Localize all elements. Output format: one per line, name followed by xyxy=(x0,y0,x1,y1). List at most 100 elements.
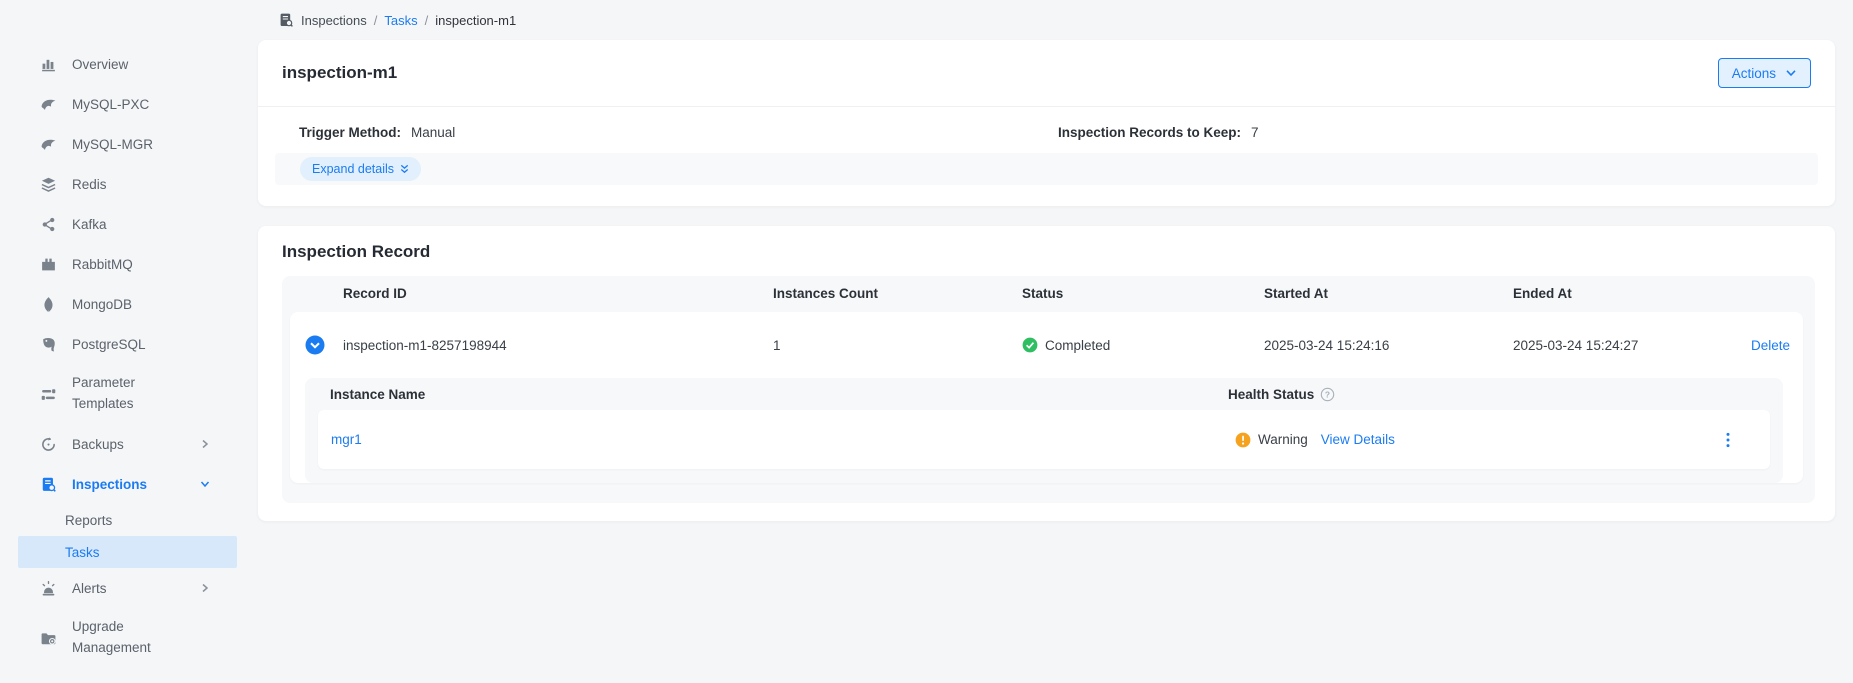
sidebar-item-label: Kafka xyxy=(72,217,107,232)
sidebar-item-overview[interactable]: Overview xyxy=(0,44,237,84)
sidebar-item-kafka[interactable]: Kafka xyxy=(0,204,237,244)
instance-table: Instance Name Health Status ? mgr1 xyxy=(305,378,1783,483)
chevron-down-icon xyxy=(199,478,211,490)
ended-at-cell: 2025-03-24 15:24:27 xyxy=(1513,338,1751,353)
column-instance-name: Instance Name xyxy=(330,387,1228,402)
trigger-method-value: Manual xyxy=(411,125,455,140)
sidebar-item-upgrade-management[interactable]: Upgrade Management xyxy=(0,608,237,668)
sidebar-item-label: Reports xyxy=(65,513,112,528)
success-check-icon xyxy=(1022,337,1038,353)
status-text: Completed xyxy=(1045,338,1110,353)
sidebar-item-mysql-pxc[interactable]: MySQL-PXC xyxy=(0,84,237,124)
sidebar-item-label: PostgreSQL xyxy=(72,337,146,352)
network-nodes-icon xyxy=(40,216,57,233)
sidebar-item-backups[interactable]: Backups xyxy=(0,424,237,464)
sliders-icon xyxy=(40,386,57,403)
column-status: Status xyxy=(1022,286,1264,301)
health-status-cell: Warning View Details xyxy=(1235,432,1395,448)
main-content: Inspections / Tasks / inspection-m1 insp… xyxy=(237,0,1853,683)
record-table: Record ID Instances Count Status Started… xyxy=(282,276,1815,503)
view-details-link[interactable]: View Details xyxy=(1321,432,1395,447)
sidebar-item-label: Upgrade Management xyxy=(72,617,182,659)
expand-details-button[interactable]: Expand details xyxy=(300,157,421,181)
sidebar-subitem-reports[interactable]: Reports xyxy=(0,504,237,536)
breadcrumb-separator: / xyxy=(425,13,429,28)
delete-button[interactable]: Delete xyxy=(1751,338,1815,353)
kebab-menu-icon[interactable] xyxy=(1720,431,1736,449)
expand-details-label: Expand details xyxy=(312,162,394,176)
sidebar-item-label: Redis xyxy=(72,177,107,192)
sidebar-item-rabbitmq[interactable]: RabbitMQ xyxy=(0,244,237,284)
sidebar-item-inspections[interactable]: Inspections xyxy=(0,464,237,504)
column-instances-count: Instances Count xyxy=(773,286,1022,301)
sidebar-subitem-tasks[interactable]: Tasks xyxy=(18,536,237,568)
sidebar-item-redis[interactable]: Redis xyxy=(0,164,237,204)
record-row-card: inspection-m1-8257198944 1 Completed 202… xyxy=(290,312,1803,483)
sidebar-item-parameter-templates[interactable]: Parameter Templates xyxy=(0,364,237,424)
sidebar: Overview MySQL-PXC MySQL-MGR Redis Kafka… xyxy=(0,0,237,683)
help-question-icon[interactable]: ? xyxy=(1320,387,1335,402)
status-cell: Completed xyxy=(1022,337,1264,353)
sidebar-item-mysql-mgr[interactable]: MySQL-MGR xyxy=(0,124,237,164)
inspection-record-title: Inspection Record xyxy=(258,226,1835,276)
page-title: inspection-m1 xyxy=(282,63,397,83)
health-status-text: Warning xyxy=(1258,432,1308,447)
record-table-header: Record ID Instances Count Status Started… xyxy=(282,276,1815,310)
svg-text:?: ? xyxy=(1325,389,1330,399)
health-status-header-text: Health Status xyxy=(1228,387,1314,402)
chevron-down-icon xyxy=(1785,67,1797,79)
breadcrumb-item-current: inspection-m1 xyxy=(435,13,516,28)
sidebar-item-label: MySQL-PXC xyxy=(72,97,149,112)
leaf-icon xyxy=(40,296,57,313)
column-ended-at: Ended At xyxy=(1513,286,1751,301)
collapse-row-toggle[interactable] xyxy=(305,335,325,355)
instance-name-link[interactable]: mgr1 xyxy=(331,432,1235,447)
bar-chart-icon xyxy=(40,56,57,73)
instance-table-header: Instance Name Health Status ? xyxy=(305,378,1783,410)
sidebar-item-mongodb[interactable]: MongoDB xyxy=(0,284,237,324)
sidebar-item-postgresql[interactable]: PostgreSQL xyxy=(0,324,237,364)
warning-icon xyxy=(1235,432,1251,448)
instances-count-cell: 1 xyxy=(773,338,1022,353)
trigger-method-label: Trigger Method: xyxy=(299,125,401,140)
records-to-keep-value: 7 xyxy=(1251,125,1259,140)
sidebar-item-label: MongoDB xyxy=(72,297,132,312)
sidebar-item-label: Tasks xyxy=(65,545,100,560)
breadcrumb-separator: / xyxy=(374,13,378,28)
task-header-card: inspection-m1 Actions Trigger Method: Ma… xyxy=(258,40,1835,206)
records-to-keep-field: Inspection Records to Keep: 7 xyxy=(1058,125,1259,140)
sidebar-item-label: Overview xyxy=(72,57,128,72)
layers-icon xyxy=(40,176,57,193)
folder-gear-icon xyxy=(40,630,57,647)
trigger-method-field: Trigger Method: Manual xyxy=(299,125,1058,140)
breadcrumb: Inspections / Tasks / inspection-m1 xyxy=(237,0,1853,40)
actions-button-label: Actions xyxy=(1732,66,1776,81)
double-chevron-down-icon xyxy=(399,164,410,175)
sidebar-item-label: Alerts xyxy=(72,581,107,596)
breadcrumb-item-tasks[interactable]: Tasks xyxy=(384,13,417,28)
chevron-right-icon xyxy=(199,438,211,450)
inspection-doc-magnifier-icon xyxy=(40,476,57,493)
chevron-right-icon xyxy=(199,582,211,594)
breadcrumb-item: Inspections xyxy=(301,13,367,28)
sidebar-item-label: Parameter Templates xyxy=(72,373,182,415)
sidebar-item-label: Inspections xyxy=(72,477,147,492)
record-id-cell: inspection-m1-8257198944 xyxy=(343,338,773,353)
column-health-status: Health Status ? xyxy=(1228,387,1335,402)
sidebar-item-alerts[interactable]: Alerts xyxy=(0,568,237,608)
task-info-row: Trigger Method: Manual Inspection Record… xyxy=(258,107,1835,140)
elephant-icon xyxy=(40,336,57,353)
sidebar-item-label: RabbitMQ xyxy=(72,257,133,272)
instance-row: mgr1 Warning View Details xyxy=(318,410,1770,469)
alarm-icon xyxy=(40,580,57,597)
inspection-record-card: Inspection Record Record ID Instances Co… xyxy=(258,226,1835,521)
restore-arrow-icon xyxy=(40,436,57,453)
dolphin-icon xyxy=(40,96,57,113)
started-at-cell: 2025-03-24 15:24:16 xyxy=(1264,338,1513,353)
inspection-doc-magnifier-icon xyxy=(278,12,294,28)
records-to-keep-label: Inspection Records to Keep: xyxy=(1058,125,1241,140)
factory-icon xyxy=(40,256,57,273)
actions-button[interactable]: Actions xyxy=(1718,58,1811,88)
sidebar-item-label: Backups xyxy=(72,437,124,452)
expand-details-band: Expand details xyxy=(275,153,1818,185)
